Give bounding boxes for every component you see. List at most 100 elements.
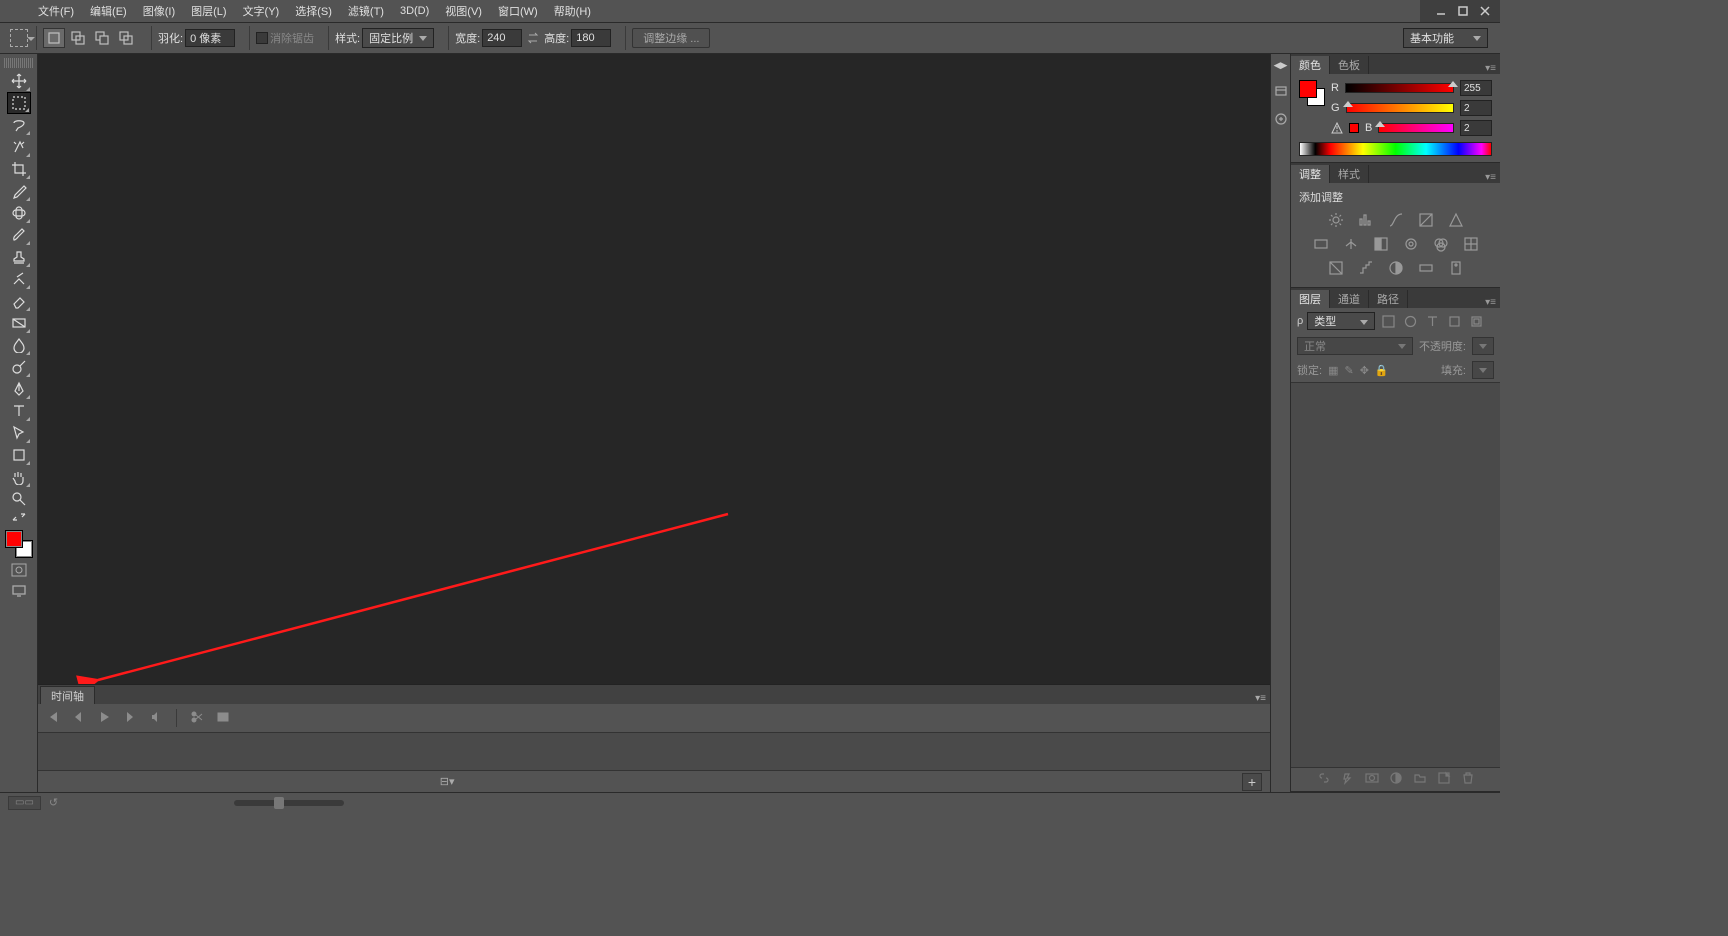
menu-file[interactable]: 文件(F) [30,0,82,22]
paths-tab[interactable]: 路径 [1369,290,1408,308]
zoom-tool[interactable] [7,488,31,510]
levels-icon[interactable] [1356,211,1376,229]
hand-tool[interactable] [7,466,31,488]
menu-edit[interactable]: 编辑(E) [82,0,135,22]
exposure-icon[interactable] [1416,211,1436,229]
lock-position-icon[interactable]: ✥ [1360,364,1369,377]
crop-tool[interactable] [7,158,31,180]
properties-panel-icon[interactable] [1273,111,1289,127]
window-close-button[interactable] [1474,3,1496,19]
type-tool[interactable] [7,400,31,422]
new-layer-icon[interactable] [1437,771,1451,788]
menu-view[interactable]: 视图(V) [437,0,490,22]
feather-input[interactable] [185,29,235,47]
timeline-tab[interactable]: 时间轴 [40,686,95,704]
menu-layer[interactable]: 图层(L) [183,0,234,22]
threshold-icon[interactable] [1386,259,1406,277]
new-adjustment-icon[interactable] [1389,771,1403,788]
dodge-tool[interactable] [7,356,31,378]
expand-panels-icon[interactable]: ◀▶ [1274,60,1288,71]
window-minimize-button[interactable] [1430,3,1452,19]
lock-transparency-icon[interactable]: ▦ [1328,364,1338,377]
healing-tool[interactable] [7,202,31,224]
menu-window[interactable]: 窗口(W) [490,0,546,22]
refine-edge-button[interactable]: 调整边缘 ... [632,28,710,48]
timeline-zoom-icon[interactable]: ⊟▾ [440,775,455,788]
screen-mode-toggle[interactable] [7,582,31,600]
timeline-add-icon[interactable]: + [1242,773,1262,791]
b-slider[interactable] [1378,123,1454,133]
menu-help[interactable]: 帮助(H) [546,0,599,22]
eyedropper-tool[interactable] [7,180,31,202]
lasso-tool[interactable] [7,114,31,136]
canvas[interactable] [38,54,1270,684]
timeline-track[interactable] [38,732,1270,770]
g-slider[interactable] [1346,103,1454,113]
toolbar-collapse-grip[interactable] [4,58,34,68]
brush-tool[interactable] [7,224,31,246]
selective-color-icon[interactable] [1446,259,1466,277]
antialias-checkbox[interactable] [256,32,268,44]
filter-type-icon[interactable] [1423,313,1441,329]
timeline-split-icon[interactable] [191,711,203,726]
curves-icon[interactable] [1386,211,1406,229]
menu-image[interactable]: 图像(I) [135,0,183,22]
timeline-prev-frame-icon[interactable] [72,711,84,726]
timeline-flyout-icon[interactable]: ▾≡ [1255,693,1266,704]
menu-3d[interactable]: 3D(D) [392,0,437,22]
layers-tab[interactable]: 图层 [1291,290,1330,308]
layers-list[interactable] [1291,382,1500,767]
g-value[interactable]: 2 [1460,100,1492,116]
width-input[interactable] [482,29,522,47]
color-lookup-icon[interactable] [1461,235,1481,253]
swap-dimensions-icon[interactable] [524,29,542,47]
adjustments-tab[interactable]: 调整 [1291,165,1330,183]
menu-type[interactable]: 文字(Y) [235,0,288,22]
timeline-play-icon[interactable] [98,711,110,726]
lock-all-icon[interactable]: 🔒 [1375,364,1389,377]
r-slider[interactable] [1345,83,1454,93]
eraser-tool[interactable] [7,290,31,312]
shape-tool[interactable] [7,444,31,466]
style-select[interactable]: 固定比例 [362,28,434,48]
quick-select-tool[interactable] [7,136,31,158]
color-tab[interactable]: 颜色 [1291,56,1330,74]
layer-filter-select[interactable]: 类型 [1307,312,1375,330]
link-layers-icon[interactable] [1317,771,1331,788]
fill-input[interactable] [1472,361,1494,379]
status-sync-icon[interactable]: ↺ [49,796,58,809]
swap-colors-icon[interactable] [7,510,31,524]
gradient-map-icon[interactable] [1416,259,1436,277]
photo-filter-icon[interactable] [1401,235,1421,253]
timeline-audio-icon[interactable] [150,711,162,726]
color-flyout-icon[interactable]: ▾≡ [1485,63,1496,74]
move-tool[interactable] [7,70,31,92]
window-maximize-button[interactable] [1452,3,1474,19]
brightness-icon[interactable] [1326,211,1346,229]
stamp-tool[interactable] [7,246,31,268]
selection-new-icon[interactable] [43,28,65,48]
posterize-icon[interactable] [1356,259,1376,277]
invert-icon[interactable] [1326,259,1346,277]
filter-shape-icon[interactable] [1445,313,1463,329]
foreground-background-colors[interactable] [5,530,33,558]
bw-icon[interactable] [1371,235,1391,253]
hue-icon[interactable] [1311,235,1331,253]
selection-intersect-icon[interactable] [115,28,137,48]
menu-filter[interactable]: 滤镜(T) [340,0,392,22]
color-spectrum[interactable] [1299,142,1492,156]
opacity-input[interactable] [1472,337,1494,355]
tool-preset-picker[interactable] [10,29,28,47]
selection-subtract-icon[interactable] [91,28,113,48]
status-mb-icon[interactable]: ▭▭ [8,796,41,810]
foreground-color-swatch[interactable] [5,530,23,548]
path-select-tool[interactable] [7,422,31,444]
channel-mixer-icon[interactable] [1431,235,1451,253]
layers-flyout-icon[interactable]: ▾≡ [1485,297,1496,308]
r-value[interactable]: 255 [1460,80,1492,96]
vibrance-icon[interactable] [1446,211,1466,229]
workspace-select[interactable]: 基本功能 [1403,28,1488,48]
history-panel-icon[interactable] [1273,83,1289,99]
color-mini-swatches[interactable] [1299,80,1325,106]
filter-pixel-icon[interactable] [1379,313,1397,329]
